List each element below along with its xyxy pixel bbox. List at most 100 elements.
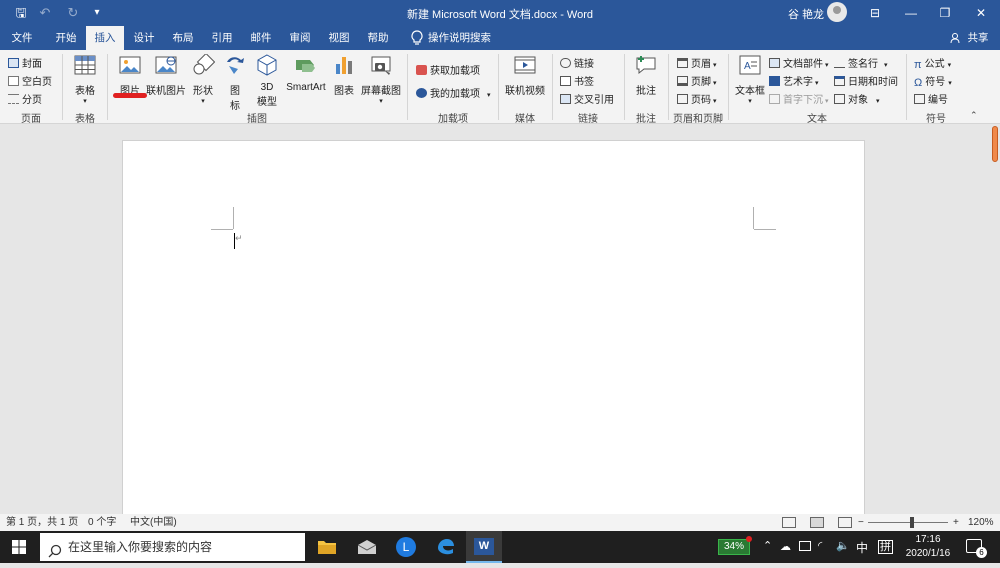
taskbar-search-box[interactable]: 在这里输入你要搜索的内容 [40, 533, 305, 561]
online-picture-label: 联机图片 [146, 86, 186, 97]
page-number-button[interactable]: 页码 ▾ [677, 91, 717, 106]
save-icon[interactable]: 🖫 [10, 4, 32, 22]
close-button[interactable]: ✕ [964, 0, 998, 26]
avatar[interactable] [827, 2, 847, 22]
pi-icon: π [914, 59, 922, 71]
wifi-icon[interactable]: ◜ [818, 539, 822, 552]
read-mode-icon[interactable] [782, 517, 796, 528]
vertical-scrollbar[interactable] [990, 124, 1000, 514]
3d-models-button[interactable]: 3D 模型 [252, 54, 282, 108]
customize-qat-icon[interactable]: ▾ [86, 4, 108, 22]
ime-language[interactable]: 中 [856, 539, 868, 556]
margin-mark-top-left-v [233, 207, 234, 229]
search-placeholder: 在这里输入你要搜索的内容 [68, 540, 213, 554]
tab-review[interactable]: 审阅 [282, 26, 318, 50]
zoom-in-button[interactable]: + [953, 514, 959, 531]
page-break-button[interactable]: 分页 [8, 91, 42, 106]
print-layout-icon[interactable] [810, 517, 824, 528]
picture-button[interactable]: 图片 [113, 54, 147, 97]
margin-mark-top-right-h [754, 229, 776, 230]
tab-view[interactable]: 视图 [321, 26, 357, 50]
cloud-icon[interactable]: ☁ [780, 540, 791, 553]
tab-layout[interactable]: 布局 [165, 26, 201, 50]
dropdown-arrow-icon: ▾ [379, 98, 383, 105]
online-video-button[interactable]: 联机视频 [503, 54, 547, 97]
file-explorer-icon[interactable] [317, 538, 337, 555]
chart-button[interactable]: 图表 [330, 54, 358, 97]
bar-chart-icon [332, 54, 356, 76]
tell-me-search[interactable]: 操作说明搜索 [428, 26, 492, 50]
blank-page-button[interactable]: 空白页 [8, 73, 52, 88]
smartart-icon [294, 54, 318, 76]
group-label-tables: 表格 [75, 114, 95, 125]
screenshot-button[interactable]: 屏幕截图 ▾ [360, 54, 402, 105]
tab-mailings[interactable]: 邮件 [243, 26, 279, 50]
undo-icon[interactable]: ↶ [34, 4, 56, 22]
word-taskbar-button[interactable]: W [466, 531, 502, 563]
tab-design[interactable]: 设计 [126, 26, 162, 50]
zoom-slider-thumb[interactable] [910, 517, 914, 528]
restore-button[interactable]: ❐ [928, 0, 962, 26]
search-icon [48, 540, 62, 558]
signature-line-button[interactable]: 签名行 ▾ [834, 55, 888, 70]
drop-cap-button[interactable]: 首字下沉 ▾ [769, 91, 829, 106]
page-count-status[interactable]: 第 1 页，共 1 页 [6, 514, 78, 531]
cross-reference-button[interactable]: 交叉引用 [560, 91, 614, 106]
user-name[interactable]: 谷 艳龙 [788, 6, 824, 22]
object-button[interactable]: 对象 ▾ [834, 91, 880, 106]
table-icon [73, 54, 97, 76]
battery-indicator[interactable]: 34% [718, 539, 750, 555]
share-button[interactable]: 共享 [963, 26, 993, 50]
language-status[interactable]: 中文(中国) [130, 514, 177, 531]
word-count-status[interactable]: 0 个字 [88, 514, 116, 531]
textbox-button[interactable]: A 文本框 ▾ [733, 54, 767, 105]
mail-icon[interactable] [357, 539, 377, 555]
my-addins-button[interactable]: 我的加载项 ▾ [416, 85, 491, 100]
footer-button[interactable]: 页脚 ▾ [677, 73, 717, 88]
shapes-button[interactable]: 形状 ▾ [188, 52, 218, 105]
online-picture-icon [154, 54, 178, 76]
tab-home[interactable]: 开始 [48, 26, 84, 50]
get-addins-button[interactable]: 获取加载项 [416, 62, 480, 77]
tab-file[interactable]: 文件 [4, 26, 40, 50]
my-addins-icon [416, 88, 427, 98]
windows-start-icon[interactable] [12, 540, 26, 554]
link-button[interactable]: 链接 [560, 55, 594, 70]
cover-page-button[interactable]: 封面 [8, 55, 42, 70]
zoom-slider[interactable] [868, 522, 948, 523]
new-comment-button[interactable]: 批注 [630, 54, 662, 97]
signature-label: 签名行 [848, 59, 878, 70]
tab-references[interactable]: 引用 [204, 26, 240, 50]
equation-button[interactable]: π 公式 ▾ [914, 55, 951, 71]
zoom-level[interactable]: 120% [968, 514, 994, 531]
zoom-out-button[interactable]: − [858, 514, 864, 531]
scrollbar-thumb[interactable] [992, 126, 998, 162]
network-icon[interactable] [799, 541, 811, 551]
volume-icon[interactable]: 🔈 [836, 539, 850, 552]
minimize-button[interactable]: — [894, 0, 928, 26]
tab-help[interactable]: 帮助 [360, 26, 396, 50]
edge-icon[interactable] [436, 537, 456, 557]
date-time-button[interactable]: 日期和时间 [834, 73, 898, 88]
number-button[interactable]: 编号 [914, 91, 948, 106]
tab-insert[interactable]: 插入 [86, 26, 124, 50]
collapse-ribbon-icon[interactable]: ⌃ [970, 110, 978, 121]
online-picture-button[interactable]: 联机图片 [146, 54, 186, 97]
quick-parts-button[interactable]: 文档部件 ▾ [769, 55, 829, 70]
redo-icon[interactable]: ↻ [62, 4, 84, 22]
web-layout-icon[interactable] [838, 517, 852, 528]
clock-date[interactable]: 2020/1/16 [900, 548, 956, 559]
icons-button[interactable]: 图 标 [221, 54, 249, 112]
ribbon-display-options-button[interactable]: ⊟ [858, 0, 892, 26]
ime-mode[interactable]: 拼 [878, 540, 893, 554]
wordart-button[interactable]: 艺术字 ▾ [769, 73, 819, 88]
chevron-up-icon[interactable]: ⌃ [763, 539, 772, 552]
clock-time[interactable]: 17:16 [900, 534, 956, 545]
l-app-icon[interactable]: L [396, 537, 416, 557]
bookmark-button[interactable]: 书签 [560, 73, 594, 88]
document-page[interactable]: ↵ [122, 140, 865, 520]
header-button[interactable]: 页眉 ▾ [677, 55, 717, 70]
table-button[interactable]: 表格 ▾ [68, 54, 102, 105]
smartart-button[interactable]: SmartArt [284, 54, 328, 93]
symbol-button[interactable]: Ω 符号 ▾ [914, 73, 952, 89]
